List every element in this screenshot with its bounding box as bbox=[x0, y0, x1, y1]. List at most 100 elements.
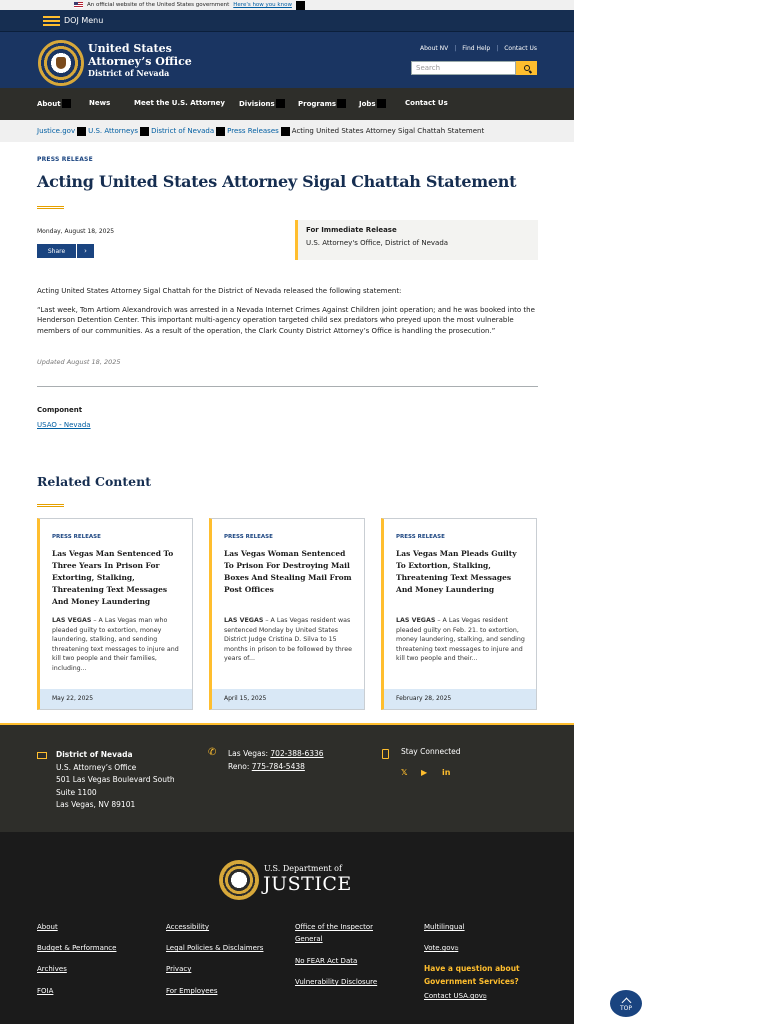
gov-banner-text: An official website of the United States… bbox=[87, 2, 230, 8]
footer-link[interactable]: No FEAR Act Data bbox=[295, 955, 357, 967]
utility-nav: About NV | Find Help | Contact Us bbox=[420, 45, 537, 52]
doj-menu-button[interactable]: DOJ Menu bbox=[64, 16, 103, 25]
nav-item-label: About bbox=[37, 99, 61, 108]
footer-link[interactable]: Multilingual bbox=[424, 921, 465, 933]
nav-item-meet-attorney[interactable]: Meet the U.S. Attorney bbox=[134, 99, 225, 107]
stay-connected-label: Stay Connected bbox=[401, 747, 461, 756]
card-title[interactable]: Las Vegas Man Sentenced To Three Years I… bbox=[52, 548, 184, 608]
nav-item-about[interactable]: About bbox=[37, 99, 71, 108]
footer-link[interactable]: For Employees bbox=[166, 985, 217, 997]
card-title[interactable]: Las Vegas Woman Sentenced To Prison For … bbox=[224, 548, 356, 596]
breadcrumb-district-nevada[interactable]: District of Nevada bbox=[151, 127, 214, 135]
page-title: Acting United States Attorney Sigal Chat… bbox=[37, 172, 517, 191]
card-date: February 28, 2025 bbox=[384, 689, 536, 709]
nav-dropdown-icon[interactable] bbox=[61, 99, 71, 108]
site-brand[interactable]: United States Attorney’s Office District… bbox=[88, 42, 192, 79]
us-flag-icon bbox=[74, 2, 83, 8]
footer-link[interactable]: Office of the Inspector General bbox=[295, 921, 395, 945]
footer-link[interactable]: Vulnerability Disclosure bbox=[295, 976, 377, 988]
share-button[interactable]: Share bbox=[37, 244, 76, 258]
hamburger-icon[interactable] bbox=[43, 15, 60, 26]
brand-line-2: Attorney’s Office bbox=[88, 55, 192, 68]
related-card[interactable]: PRESS RELEASE Las Vegas Woman Sentenced … bbox=[209, 518, 365, 710]
nav-item-label: Jobs bbox=[359, 99, 376, 108]
doj-wordmark-big: JUSTICE bbox=[263, 873, 352, 895]
breadcrumb: Justice.gov U.S. Attorneys District of N… bbox=[0, 120, 574, 142]
nav-item-divisions[interactable]: Divisions bbox=[239, 99, 285, 108]
related-card[interactable]: PRESS RELEASE Las Vegas Man Pleads Guilt… bbox=[381, 518, 537, 710]
card-title[interactable]: Las Vegas Man Pleads Guilty To Extortion… bbox=[396, 548, 528, 596]
nav-dropdown-icon[interactable] bbox=[376, 99, 386, 108]
utility-separator: | bbox=[496, 45, 499, 52]
breadcrumb-separator-icon bbox=[77, 126, 87, 136]
utility-contact-us[interactable]: Contact Us bbox=[504, 45, 537, 52]
title-divider bbox=[37, 206, 64, 209]
address-city: Las Vegas, NV 89101 bbox=[56, 800, 136, 809]
nav-item-jobs[interactable]: Jobs bbox=[359, 99, 386, 108]
search-button[interactable] bbox=[516, 61, 537, 75]
footer-link[interactable]: About bbox=[37, 921, 58, 933]
related-divider bbox=[37, 504, 64, 507]
breadcrumb-us-attorneys[interactable]: U.S. Attorneys bbox=[88, 127, 138, 135]
nav-item-programs[interactable]: Programs bbox=[298, 99, 347, 108]
search-icon bbox=[523, 65, 530, 71]
component-link[interactable]: USAO - Nevada bbox=[37, 421, 91, 429]
footer-link[interactable]: Budget & Performance bbox=[37, 942, 116, 954]
phone-numbers: Las Vegas: 702-388-6336 Reno: 775-784-54… bbox=[228, 747, 324, 773]
updated-date: Updated August 18, 2025 bbox=[37, 358, 121, 366]
release-office: U.S. Attorney's Office, District of Neva… bbox=[306, 239, 449, 247]
doj-seal-logo[interactable] bbox=[219, 860, 259, 900]
utility-about-nv[interactable]: About NV bbox=[420, 45, 448, 52]
component-label: Component bbox=[37, 406, 83, 414]
card-summary-text: – A Las Vegas man who pleaded guilty to … bbox=[52, 617, 179, 672]
article-body: Acting United States Attorney Sigal Chat… bbox=[37, 286, 538, 344]
footer-link-external[interactable]: Vote.gov⧉ bbox=[424, 942, 458, 955]
card-dateline: LAS VEGAS bbox=[396, 617, 436, 624]
nav-item-news[interactable]: News bbox=[89, 99, 110, 107]
footer-link[interactable]: FOIA bbox=[37, 985, 53, 997]
nav-item-label: News bbox=[89, 99, 111, 107]
x-icon[interactable]: 𝕏 bbox=[401, 768, 407, 777]
phone-link-reno[interactable]: 775-784-5438 bbox=[252, 762, 305, 771]
footer-link[interactable]: Legal Policies & Disclaimers bbox=[166, 942, 263, 954]
search-input[interactable]: Search bbox=[411, 61, 516, 75]
chevron-right-icon[interactable]: › bbox=[77, 244, 94, 258]
youtube-icon[interactable]: ▶ bbox=[421, 768, 427, 777]
card-summary: LAS VEGAS – A Las Vegas resident pleaded… bbox=[396, 616, 528, 664]
breadcrumb-press-releases[interactable]: Press Releases bbox=[227, 127, 279, 135]
address-suite: Suite 1100 bbox=[56, 787, 97, 797]
divider bbox=[37, 386, 538, 387]
phone-link-las-vegas[interactable]: 702-388-6336 bbox=[270, 749, 323, 758]
related-content-heading: Related Content bbox=[37, 474, 151, 489]
envelope-icon bbox=[37, 752, 47, 759]
address-office: U.S. Attorney’s Office bbox=[56, 762, 137, 772]
brand-line-1: United States bbox=[88, 42, 172, 55]
related-card[interactable]: PRESS RELEASE Las Vegas Man Sentenced To… bbox=[37, 518, 193, 710]
card-summary: LAS VEGAS – A Las Vegas resident was sen… bbox=[224, 616, 356, 664]
card-eyebrow: PRESS RELEASE bbox=[396, 534, 445, 540]
footer-link[interactable]: Archives bbox=[37, 963, 67, 975]
office-address: District of Nevada U.S. Attorney’s Offic… bbox=[56, 749, 175, 812]
usao-seal-logo[interactable] bbox=[38, 40, 84, 86]
mobile-icon bbox=[382, 749, 389, 759]
nav-item-contact[interactable]: Contact Us bbox=[405, 99, 448, 107]
card-summary: LAS VEGAS – A Las Vegas man who pleaded … bbox=[52, 616, 184, 674]
footer-link[interactable]: Privacy bbox=[166, 963, 191, 975]
doj-menu-bar: DOJ Menu bbox=[0, 10, 574, 32]
breadcrumb-justice-gov[interactable]: Justice.gov bbox=[37, 127, 75, 135]
external-link-icon: ⧉ bbox=[482, 994, 487, 1000]
card-date: May 22, 2025 bbox=[40, 689, 192, 709]
heres-how-you-know-link[interactable]: Here's how you know bbox=[233, 0, 292, 10]
nav-dropdown-icon[interactable] bbox=[337, 99, 347, 108]
nav-dropdown-icon[interactable] bbox=[275, 99, 285, 108]
utility-find-help[interactable]: Find Help bbox=[462, 45, 490, 52]
footer-link[interactable]: Accessibility bbox=[166, 921, 209, 933]
article-date: Monday, August 18, 2025 bbox=[37, 228, 115, 235]
back-to-top-button[interactable]: TOP bbox=[609, 989, 643, 1018]
contact-usa-link[interactable]: Contact USA.gov⧉ bbox=[424, 990, 487, 1003]
linkedin-icon[interactable]: in bbox=[442, 768, 450, 777]
phone-label: Reno: bbox=[228, 762, 252, 771]
banner-expand-icon[interactable] bbox=[295, 0, 305, 10]
card-dateline: LAS VEGAS bbox=[52, 617, 92, 624]
doj-footer: U.S. Department of JUSTICE About Budget … bbox=[0, 832, 574, 1024]
